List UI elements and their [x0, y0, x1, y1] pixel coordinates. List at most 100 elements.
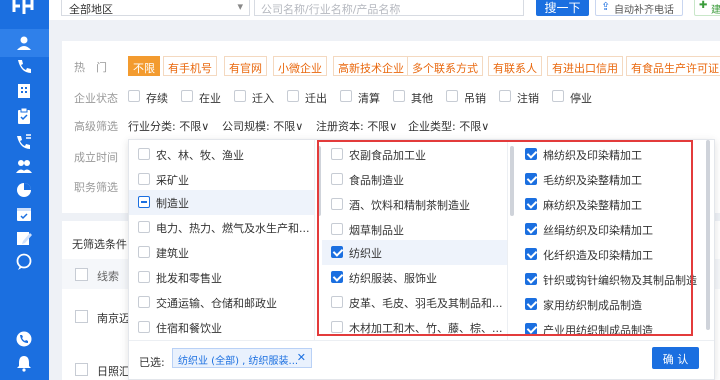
call-icon[interactable]: [15, 133, 33, 151]
industry-option[interactable]: 棉纺织及印染精加工: [516, 142, 702, 167]
chat-icon[interactable]: [15, 253, 33, 271]
pie-chart-icon[interactable]: [15, 181, 33, 199]
status-option[interactable]: 其他: [393, 90, 433, 105]
row-checkbox[interactable]: [75, 310, 88, 323]
industry-option[interactable]: 家用纺织制成品制造: [516, 292, 702, 317]
checkbox[interactable]: [331, 296, 343, 308]
tag-contact[interactable]: 有联系人: [488, 56, 542, 76]
checkbox[interactable]: [525, 298, 537, 310]
checkbox[interactable]: [287, 90, 299, 102]
checkbox[interactable]: [138, 221, 150, 233]
company-name[interactable]: 南京迈: [97, 310, 130, 326]
select-all-checkbox[interactable]: [75, 268, 88, 281]
industry-option[interactable]: 建筑业: [129, 240, 314, 265]
industry-option[interactable]: 木材加工和木、竹、藤、棕、...: [322, 315, 507, 340]
industry-option[interactable]: 采矿业: [129, 167, 314, 192]
checkbox[interactable]: [331, 198, 343, 210]
scrollbar[interactable]: [317, 146, 321, 216]
type-filter[interactable]: 企业类型: 不限∨: [408, 118, 489, 134]
capital-filter[interactable]: 注册资本: 不限∨: [316, 118, 397, 134]
checkbox[interactable]: [331, 321, 343, 333]
tag-mobile[interactable]: 有手机号: [163, 56, 217, 76]
status-option[interactable]: 停业: [552, 90, 592, 105]
industry-option[interactable]: 食品制造业: [322, 167, 507, 192]
close-icon[interactable]: ✕: [297, 351, 306, 364]
checkbox[interactable]: [499, 90, 511, 102]
phone-icon[interactable]: [15, 330, 33, 348]
status-option[interactable]: 迁出: [287, 90, 327, 105]
status-option[interactable]: 迁入: [234, 90, 274, 105]
tag-food-license[interactable]: 有食品生产许可证: [626, 56, 720, 76]
tag-hightech[interactable]: 高新技术企业: [333, 56, 409, 76]
company-name[interactable]: 日照汇: [97, 363, 130, 379]
region-select[interactable]: 全部地区 ▾: [61, 0, 250, 16]
confirm-button[interactable]: 确 认: [652, 347, 699, 369]
industry-option[interactable]: 纺织服装、服饰业: [322, 265, 507, 290]
checkbox[interactable]: [525, 273, 537, 285]
industry-option[interactable]: 酒、饮料和精制茶制造业: [322, 192, 507, 217]
industry-option[interactable]: 批发和零售业: [129, 265, 314, 290]
tag-website[interactable]: 有官网: [224, 56, 267, 76]
status-option[interactable]: 清算: [340, 90, 380, 105]
industry-option[interactable]: 纺织业: [322, 240, 507, 265]
checkbox[interactable]: [331, 173, 343, 185]
building-icon[interactable]: [15, 82, 33, 100]
checkbox[interactable]: [393, 90, 405, 102]
checkbox[interactable]: [138, 296, 150, 308]
calendar-icon[interactable]: [15, 205, 33, 223]
team-icon[interactable]: [15, 157, 33, 175]
scrollbar[interactable]: [510, 146, 514, 216]
customer-icon[interactable]: [15, 34, 33, 52]
build-button[interactable]: ✚建号: [694, 0, 720, 16]
status-option[interactable]: 在业: [181, 90, 221, 105]
industry-option[interactable]: 产业用纺织制成品制造: [516, 317, 702, 340]
tag-import-export[interactable]: 有进出口信用: [547, 56, 623, 76]
industry-option[interactable]: 针织或钩针编织物及其制品制造: [516, 267, 702, 292]
checkbox[interactable]: [446, 90, 458, 102]
industry-option[interactable]: 丝绢纺织及印染精加工: [516, 217, 702, 242]
row-checkbox[interactable]: [75, 363, 88, 376]
industry-option[interactable]: 毛纺织及染整精加工: [516, 167, 702, 192]
industry-option[interactable]: 农副食品加工业: [322, 142, 507, 167]
industry-option[interactable]: 住宿和餐饮业: [129, 315, 314, 340]
checkbox[interactable]: [331, 246, 343, 258]
tag-micro[interactable]: 小微企业: [273, 56, 327, 76]
checkbox[interactable]: [552, 90, 564, 102]
checkbox[interactable]: [234, 90, 246, 102]
checkbox[interactable]: [331, 148, 343, 160]
checkbox[interactable]: [525, 198, 537, 210]
selected-chip[interactable]: 纺织业 (全部) , 纺织服装... ✕: [172, 348, 312, 368]
status-option[interactable]: 吊销: [446, 90, 486, 105]
phone-list-icon[interactable]: [15, 57, 33, 75]
checkbox[interactable]: [525, 323, 537, 335]
auto-fill-phone-button[interactable]: ⇪ 自动补齐电话: [595, 0, 683, 16]
bell-icon[interactable]: [15, 354, 33, 372]
industry-option[interactable]: 化纤织造及印染精加工: [516, 242, 702, 267]
industry-option[interactable]: 麻纺织及染整精加工: [516, 192, 702, 217]
checkbox[interactable]: [331, 223, 343, 235]
checkbox[interactable]: [331, 271, 343, 283]
checkbox[interactable]: [525, 223, 537, 235]
clipboard-icon[interactable]: [15, 107, 33, 125]
industry-option[interactable]: 电力、热力、燃气及水生产和...: [129, 215, 314, 240]
search-input[interactable]: 公司名称/行业名称/产品名称: [254, 0, 524, 16]
checkbox[interactable]: [138, 148, 150, 160]
tag-multi-contact[interactable]: 多个联系方式: [407, 56, 483, 76]
checkbox[interactable]: [138, 196, 150, 208]
scrollbar[interactable]: [706, 140, 710, 330]
checkbox[interactable]: [138, 271, 150, 283]
industry-option[interactable]: 烟草制品业: [322, 217, 507, 242]
industry-filter[interactable]: 行业分类: 不限∨: [128, 118, 209, 134]
checkbox[interactable]: [138, 321, 150, 333]
checkbox[interactable]: [525, 148, 537, 160]
checkbox[interactable]: [525, 248, 537, 260]
industry-option[interactable]: 皮革、毛皮、羽毛及其制品和...: [322, 290, 507, 315]
tag-all[interactable]: 不限: [128, 56, 160, 76]
app-logo[interactable]: [12, 0, 36, 16]
search-button[interactable]: 搜一下: [536, 0, 589, 16]
checkbox[interactable]: [138, 246, 150, 258]
edit-icon[interactable]: [15, 229, 33, 247]
size-filter[interactable]: 公司规模: 不限∨: [222, 118, 303, 134]
checkbox[interactable]: [525, 173, 537, 185]
checkbox[interactable]: [340, 90, 352, 102]
